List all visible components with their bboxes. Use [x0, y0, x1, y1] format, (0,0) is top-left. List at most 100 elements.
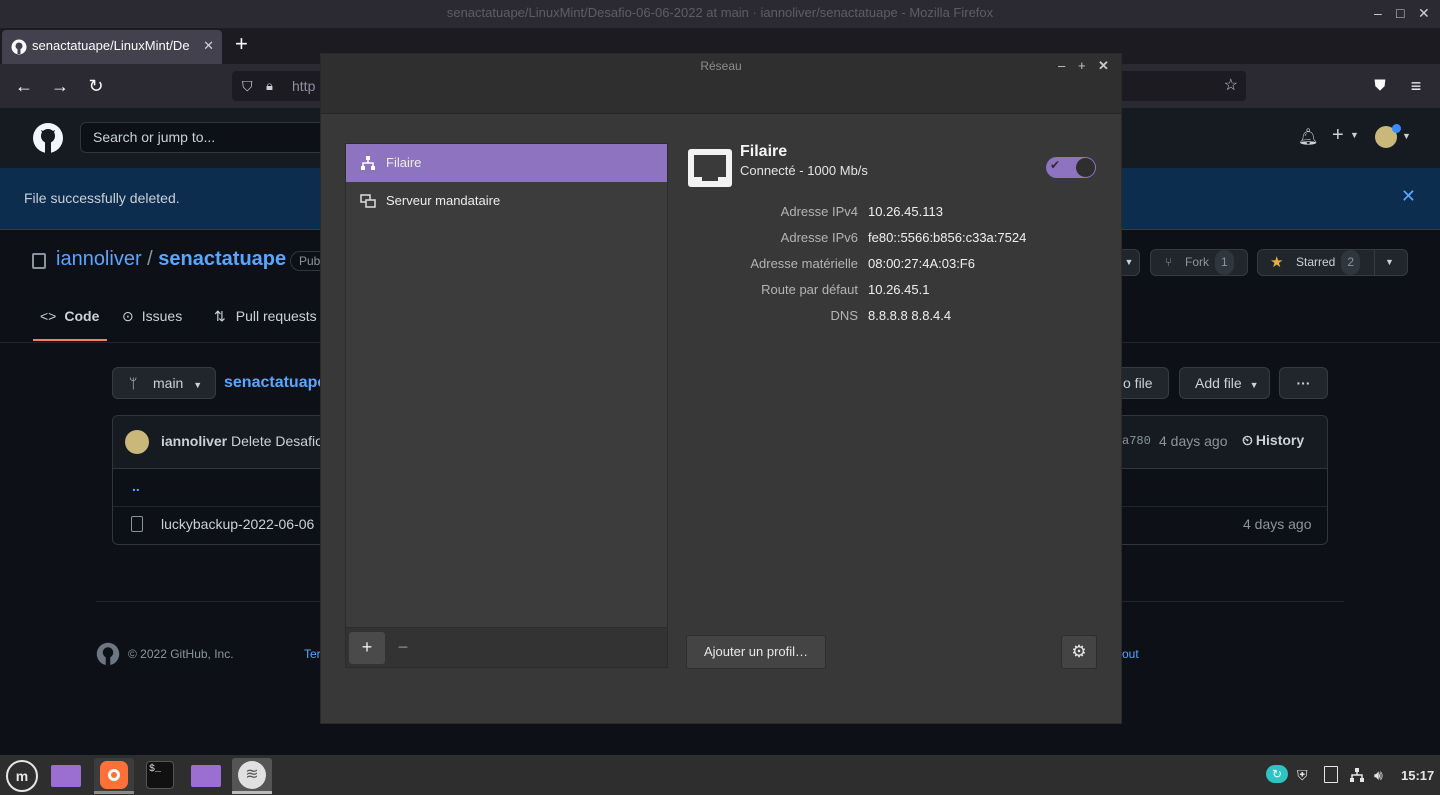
- clipboard-icon[interactable]: [1324, 766, 1338, 783]
- active-window-indicator: [232, 791, 272, 794]
- ipv6-value: fe80::5566:b856:c33a:7524: [868, 230, 1027, 245]
- browser-tab[interactable]: senactatuape/LinuxMint/De ✕: [2, 30, 222, 64]
- fork-button[interactable]: ⑂ Fork 1: [1150, 249, 1248, 276]
- tab-code[interactable]: <> Code: [40, 308, 99, 324]
- remove-connection-button[interactable]: −: [385, 632, 421, 664]
- update-shield-icon[interactable]: ⛨: [1297, 767, 1308, 784]
- files-window-button[interactable]: [186, 758, 226, 792]
- back-icon[interactable]: ←: [12, 64, 36, 108]
- add-connection-button[interactable]: +: [349, 632, 385, 664]
- history-clock-icon: ⏲: [1242, 432, 1253, 448]
- proxy-server-icon: [360, 194, 376, 208]
- reload-icon[interactable]: ↻: [84, 64, 108, 108]
- firefox-launcher[interactable]: [94, 758, 134, 792]
- history-label: History: [1255, 432, 1305, 448]
- ipv4-value: 10.26.45.113: [868, 204, 943, 219]
- mint-menu-icon[interactable]: m: [6, 760, 38, 792]
- tab-issues[interactable]: ⊙ Issues: [122, 308, 182, 325]
- commit-author[interactable]: iannoliver: [161, 433, 227, 449]
- more-options-button[interactable]: ···: [1279, 367, 1328, 399]
- window-titlebar: senactatuape/LinuxMint/Desafio-06-06-202…: [0, 0, 1440, 28]
- minimize-button[interactable]: –: [1374, 0, 1382, 26]
- sync-cloud-icon[interactable]: ↻: [1266, 765, 1288, 783]
- footer-terms-link[interactable]: Ter: [304, 647, 321, 661]
- fork-count: 1: [1215, 250, 1234, 275]
- connection-name: Filaire: [740, 143, 788, 160]
- commit-author-avatar[interactable]: [125, 430, 149, 454]
- mac-address-value: 08:00:27:4A:03:F6: [868, 256, 975, 271]
- dns-label: DNS: [830, 308, 858, 323]
- new-tab-button[interactable]: +: [235, 30, 255, 60]
- add-file-chevron-icon: ▼: [1249, 380, 1259, 390]
- create-new-plus-icon[interactable]: +: [1332, 124, 1344, 147]
- history-link[interactable]: ⏲ History: [1242, 432, 1304, 449]
- github-favicon-icon: [11, 39, 27, 55]
- maximize-button[interactable]: □: [1396, 0, 1404, 26]
- clock[interactable]: 15:17: [1401, 768, 1434, 783]
- connection-status: Connecté - 1000 Mb/s: [740, 163, 868, 178]
- tab-issues-label: Issues: [141, 308, 183, 324]
- repo-name-link[interactable]: senactatuape: [158, 248, 286, 270]
- lock-icon[interactable]: 🔒︎: [266, 71, 273, 101]
- shield-icon[interactable]: ⛉: [242, 71, 253, 101]
- toggle-knob: [1076, 158, 1095, 177]
- star-count: 2: [1341, 250, 1361, 275]
- terminal-launcher[interactable]: $_: [140, 758, 180, 792]
- notifications-bell-icon[interactable]: 🔔︎: [1298, 127, 1318, 147]
- forward-icon[interactable]: →: [48, 64, 72, 108]
- dialog-maximize-button[interactable]: +: [1078, 58, 1086, 73]
- add-file-button[interactable]: Add file ▼: [1179, 367, 1270, 399]
- settings-gear-icon[interactable]: ⚙: [1061, 635, 1097, 669]
- dialog-headerbar: [321, 78, 1121, 114]
- flash-close-icon[interactable]: ✕: [1401, 186, 1416, 207]
- url-text: http: [292, 78, 316, 94]
- files-launcher[interactable]: [46, 758, 86, 792]
- star-icon: ★: [1270, 254, 1284, 271]
- active-app-indicator: [94, 791, 134, 794]
- add-profile-button[interactable]: Ajouter un profil…: [686, 635, 826, 669]
- repo-separator: /: [147, 248, 153, 270]
- network-window-button[interactable]: ≋: [232, 758, 272, 792]
- starred-button[interactable]: ★ Starred 2 ▼: [1257, 249, 1408, 276]
- repo-owner-link[interactable]: iannoliver: [56, 248, 142, 270]
- footer-about-link[interactable]: out: [1122, 647, 1139, 661]
- starred-label: Starred: [1296, 255, 1336, 269]
- tab-title: senactatuape/LinuxMint/De: [32, 38, 190, 53]
- active-tab-underline: [33, 339, 107, 341]
- dialog-close-button[interactable]: ✕: [1098, 58, 1109, 74]
- pocket-icon[interactable]: ⛊: [1368, 64, 1392, 108]
- breadcrumb-repo-link[interactable]: senactatuape: [224, 374, 326, 392]
- dialog-minimize-button[interactable]: –: [1058, 58, 1065, 73]
- folder-icon: [51, 765, 81, 787]
- branch-selector[interactable]: ᛘ main ▼: [112, 367, 216, 399]
- ipv4-label: Adresse IPv4: [780, 204, 858, 219]
- tab-close-icon[interactable]: ✕: [203, 30, 214, 62]
- github-footer-logo-icon[interactable]: [96, 642, 120, 666]
- sidebar-item-proxy[interactable]: Serveur mandataire: [346, 182, 667, 220]
- tab-pull-requests-label: Pull requests: [235, 308, 317, 324]
- sidebar-item-wired[interactable]: Filaire: [346, 144, 667, 182]
- network-tray-icon[interactable]: [1349, 767, 1365, 783]
- firefox-icon-ring: [108, 769, 120, 781]
- github-logo-icon[interactable]: [32, 122, 64, 154]
- close-window-button[interactable]: ✕: [1418, 0, 1430, 26]
- button-divider: [1374, 250, 1375, 275]
- parent-directory-link[interactable]: ..: [132, 478, 140, 494]
- avatar-chevron-icon[interactable]: ▼: [1402, 131, 1411, 141]
- bookmark-star-icon[interactable]: ☆: [1224, 71, 1238, 101]
- search-input[interactable]: Search or jump to...: [80, 122, 340, 153]
- commit-message[interactable]: Delete Desafio: [231, 433, 323, 449]
- menu-icon[interactable]: ≡: [1404, 64, 1428, 108]
- connection-sidebar: [345, 143, 668, 668]
- star-dropdown-icon[interactable]: ▼: [1385, 250, 1394, 275]
- connection-toggle-switch[interactable]: ✔: [1046, 157, 1096, 178]
- commit-sha[interactable]: a780: [1122, 434, 1151, 448]
- chevron-down-icon[interactable]: ▼: [1350, 130, 1359, 140]
- firefox-icon: [100, 761, 128, 789]
- file-name-link[interactable]: luckybackup-2022-06-06: [161, 516, 314, 532]
- volume-icon[interactable]: 🔊︎: [1374, 767, 1383, 784]
- fork-label: Fork: [1185, 255, 1209, 269]
- fork-icon: ⑂: [1165, 255, 1173, 269]
- repo-icon: [32, 253, 46, 269]
- tab-pull-requests[interactable]: ⇅ Pull requests: [214, 308, 317, 325]
